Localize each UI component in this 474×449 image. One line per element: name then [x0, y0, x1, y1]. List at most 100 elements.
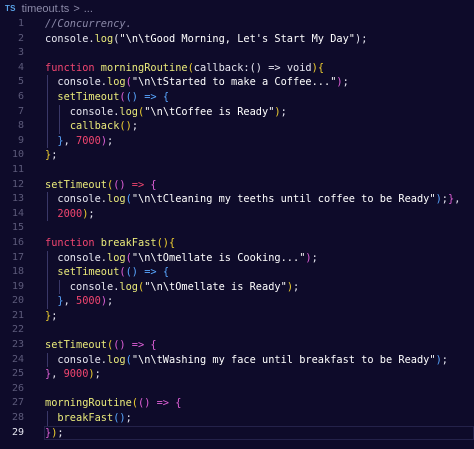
- code-line[interactable]: 24 console.log("\n\tWashing my face unti…: [0, 352, 474, 368]
- code-line[interactable]: 23 setTimeout(() => {: [0, 338, 474, 353]
- line-number: 28: [11, 412, 24, 424]
- breadcrumb-filename[interactable]: timeout.ts: [22, 3, 70, 15]
- line-number: 5: [17, 76, 24, 88]
- line-number: 16: [11, 236, 24, 248]
- line-number: 26: [11, 382, 24, 394]
- code-token: //Concurrency.: [45, 18, 132, 30]
- code-text: };: [45, 148, 57, 163]
- code-token: 9000: [63, 368, 89, 381]
- code-token: "\n\tStarted to make a Coffee...": [131, 76, 337, 89]
- code-line[interactable]: 17 console.log("\n\tOmellate is Cooking.…: [0, 250, 474, 266]
- code-token: log: [119, 105, 139, 118]
- line-number: 15: [11, 222, 24, 234]
- code-line[interactable]: 4 function morningRoutine(callback:() => …: [0, 61, 474, 76]
- code-line[interactable]: 18 setTimeout(() => {: [0, 265, 474, 280]
- code-line[interactable]: 8 callback();: [0, 119, 474, 134]
- code-token: ;: [280, 105, 287, 118]
- code-text: console.log("\n\tCleaning my teeths unti…: [45, 192, 460, 207]
- code-token: callback: [69, 120, 120, 133]
- code-token: (): [113, 178, 126, 191]
- code-text: setTimeout(() => {: [45, 265, 169, 280]
- code-token: breakFast: [57, 412, 114, 425]
- code-line[interactable]: 27 morningRoutine(() => {: [0, 396, 474, 411]
- code-text: console.log("\n\tOmellate is Ready");: [45, 280, 299, 295]
- code-token: () =>: [125, 266, 163, 279]
- code-line[interactable]: 6 setTimeout(() => {: [0, 89, 474, 105]
- code-token: ;: [125, 412, 132, 425]
- code-token: console.: [45, 193, 107, 206]
- code-text: breakFast();: [45, 411, 132, 426]
- line-number: 6: [17, 90, 24, 102]
- code-token: log: [94, 32, 114, 45]
- code-token: "\n\tWashing my face until breakfast to …: [131, 353, 436, 366]
- code-token: ;: [342, 76, 349, 89]
- code-token: setTimeout: [45, 178, 107, 191]
- code-line[interactable]: 25}, 9000);: [0, 367, 474, 382]
- code-token: {: [317, 61, 325, 74]
- line-number: 9: [17, 134, 24, 146]
- breadcrumb-more[interactable]: ...: [84, 3, 93, 15]
- line-number: 13: [11, 193, 24, 205]
- code-line[interactable]: 28 breakFast();: [0, 411, 474, 426]
- code-token: setTimeout: [45, 339, 107, 352]
- code-token: {: [169, 236, 176, 249]
- code-token: );: [355, 32, 368, 45]
- editor-text-area[interactable]: 1 //Concurrency. 2 console.log("\n\tGood Mo…: [0, 17, 474, 440]
- code-token: function: [45, 236, 101, 249]
- code-token: setTimeout: [57, 266, 120, 279]
- code-token: morningRoutine: [45, 397, 132, 410]
- code-token: ,: [51, 368, 64, 381]
- code-line[interactable]: 22: [0, 323, 474, 338]
- code-token: function: [45, 61, 101, 74]
- code-line[interactable]: 10};: [0, 148, 474, 163]
- code-line[interactable]: 5 console.log("\n\tStarted to make a Cof…: [0, 75, 474, 90]
- code-line[interactable]: 14 2000);: [0, 206, 474, 222]
- code-token: 2000: [57, 207, 83, 220]
- code-token: callback: [193, 61, 244, 74]
- code-line[interactable]: 12 setTimeout(() => {: [0, 178, 474, 193]
- code-token: ;: [131, 120, 139, 133]
- code-line[interactable]: 20 }, 5000);: [0, 294, 474, 309]
- code-text: morningRoutine(() => {: [45, 396, 181, 411]
- code-line[interactable]: 19 console.log("\n\tOmellate is Ready");: [0, 279, 474, 295]
- code-token: {: [150, 339, 157, 352]
- code-line[interactable]: 1 //Concurrency.: [0, 17, 474, 32]
- code-line[interactable]: 13 console.log("\n\tCleaning my teeths u…: [0, 192, 474, 207]
- code-token: "\n\tOmellate is Ready": [144, 280, 287, 293]
- code-line[interactable]: 15: [0, 221, 474, 236]
- code-token: console.: [45, 105, 120, 118]
- code-line[interactable]: 7 console.log("\n\tCoffee is Ready");: [0, 104, 474, 120]
- code-text: }, 7000);: [45, 134, 113, 149]
- code-line[interactable]: 26: [0, 382, 474, 397]
- code-line[interactable]: 11: [0, 163, 474, 178]
- code-text: 2000);: [45, 207, 94, 222]
- line-number: 17: [11, 251, 24, 263]
- line-number: 20: [11, 295, 24, 307]
- code-token: (): [156, 236, 169, 249]
- code-line[interactable]: 21};: [0, 309, 474, 324]
- code-editor-window: TS timeout.ts > ... 1 //Concurrency. 2 cons…: [0, 0, 474, 449]
- code-token: breakFast: [100, 236, 157, 249]
- code-token: console.: [45, 353, 107, 366]
- code-token: () =>: [138, 397, 176, 410]
- code-text: setTimeout(() => {: [45, 338, 157, 353]
- code-token: ;: [293, 280, 300, 293]
- code-token: ;: [57, 426, 64, 439]
- code-token: console.: [45, 280, 120, 293]
- code-token: "\n\tGood Morning, Let's Start My Day": [119, 32, 355, 45]
- code-token: "\n\tCoffee is Ready": [144, 105, 275, 118]
- code-token: {: [175, 397, 182, 410]
- code-line[interactable]: 3: [0, 46, 474, 61]
- line-number: 22: [11, 324, 24, 336]
- code-line[interactable]: 2 console.log("\n\tGood Morning, Let's St…: [0, 32, 474, 47]
- code-line[interactable]: 9 }, 7000);: [0, 133, 474, 149]
- code-token: ;: [107, 134, 114, 147]
- code-line[interactable]: 29});: [0, 425, 474, 441]
- code-line[interactable]: 16 function breakFast(){: [0, 236, 474, 251]
- code-token: console.: [45, 76, 107, 89]
- code-text: console.log("\n\tOmellate is Cooking..."…: [45, 251, 317, 266]
- code-token: 7000: [76, 134, 101, 147]
